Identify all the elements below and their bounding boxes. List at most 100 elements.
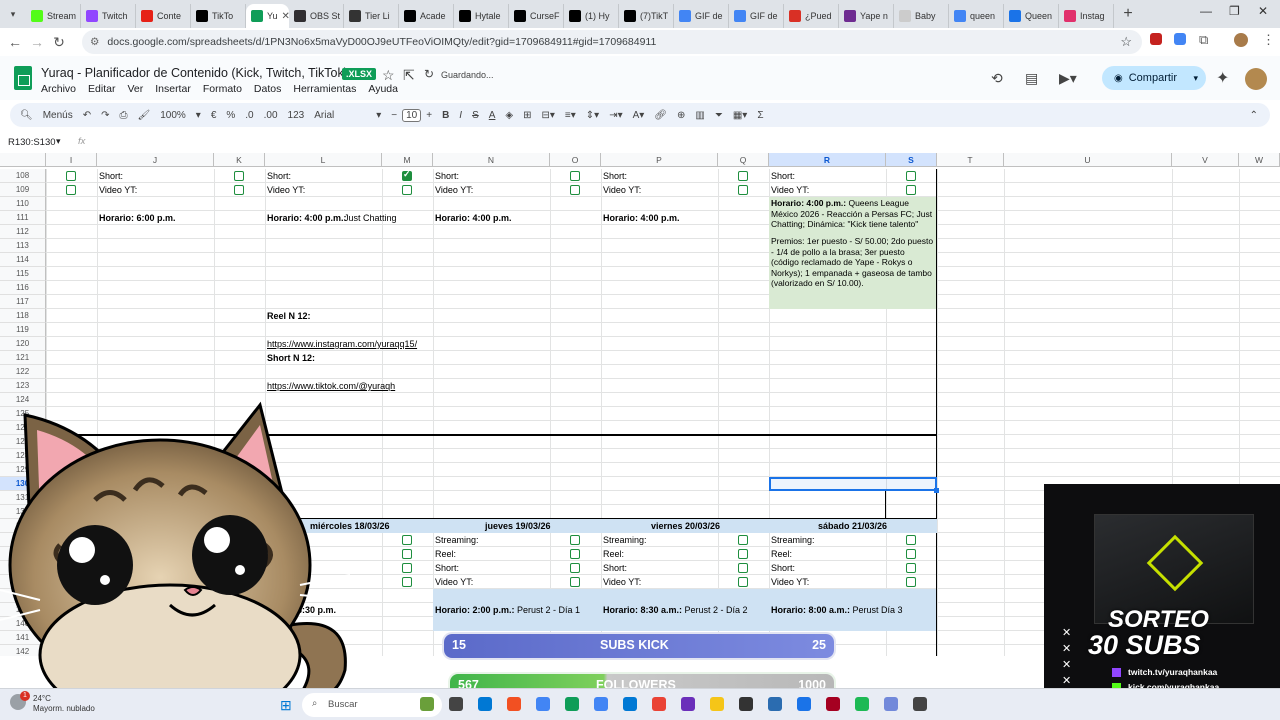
column-header-o[interactable]: O bbox=[550, 153, 601, 167]
search-menus-icon[interactable]: 🔍︎ bbox=[10, 110, 38, 121]
row-header-120[interactable]: 120 bbox=[0, 337, 46, 351]
filter-views-icon[interactable]: ▦▾ bbox=[728, 110, 752, 121]
decrease-decimal-button[interactable]: .0 bbox=[240, 110, 258, 121]
merge-cells-icon[interactable]: ⊟▾ bbox=[537, 110, 560, 121]
chevron-down-icon[interactable]: ▾ bbox=[191, 110, 206, 121]
checkbox[interactable] bbox=[234, 171, 244, 181]
text-wrap-icon[interactable]: ⇥▾ bbox=[604, 110, 627, 121]
redo-icon[interactable]: ↷ bbox=[96, 110, 114, 121]
browser-tab[interactable]: CurseF bbox=[509, 4, 564, 28]
maximize-icon[interactable]: ❐ bbox=[1229, 4, 1240, 18]
row-header-118[interactable]: 118 bbox=[0, 309, 46, 323]
column-header-n[interactable]: N bbox=[433, 153, 550, 167]
row-header-123[interactable]: 123 bbox=[0, 379, 46, 393]
row-header-115[interactable]: 115 bbox=[0, 267, 46, 281]
browser-tab[interactable]: GIF de bbox=[729, 4, 784, 28]
share-dropdown-icon[interactable]: ▾ bbox=[1193, 73, 1198, 84]
browser-tab[interactable]: OBS St bbox=[289, 4, 344, 28]
back-icon[interactable]: ← bbox=[4, 34, 26, 50]
search-menus-label[interactable]: Menús bbox=[38, 110, 78, 121]
extensions-puzzle-icon[interactable]: ⧉ bbox=[1199, 32, 1208, 48]
browser-menu-icon[interactable]: ⋮ bbox=[1262, 32, 1275, 48]
browser-tab[interactable]: ¿Pued bbox=[784, 4, 839, 28]
print-icon[interactable]: ⎙ bbox=[115, 110, 133, 121]
row-header-114[interactable]: 114 bbox=[0, 253, 46, 267]
checkbox[interactable] bbox=[570, 563, 580, 573]
insert-comment-icon[interactable]: ⊕ bbox=[672, 110, 690, 121]
taskbar-app-icon[interactable] bbox=[507, 697, 521, 711]
checkbox[interactable] bbox=[402, 169, 412, 181]
row-header-111[interactable]: 111 bbox=[0, 211, 46, 225]
column-header-w[interactable]: W bbox=[1239, 153, 1280, 167]
taskbar-app-icon[interactable] bbox=[594, 697, 608, 711]
reload-icon[interactable]: ↻ bbox=[48, 34, 70, 51]
corner-cell[interactable] bbox=[0, 153, 46, 167]
bold-icon[interactable]: B bbox=[437, 110, 454, 121]
increase-decimal-button[interactable]: .00 bbox=[259, 110, 283, 121]
taskbar-app-icon[interactable] bbox=[478, 697, 492, 711]
menu-editar[interactable]: Editar bbox=[88, 83, 115, 95]
checkbox[interactable] bbox=[402, 185, 412, 195]
checkbox[interactable] bbox=[738, 171, 748, 181]
taskbar-app-icon[interactable] bbox=[623, 697, 637, 711]
menu-herramientas[interactable]: Herramientas bbox=[293, 83, 356, 95]
browser-tab[interactable]: Hytale bbox=[454, 4, 509, 28]
paint-format-icon[interactable]: 🖌︎ bbox=[133, 110, 156, 121]
column-header-q[interactable]: Q bbox=[718, 153, 769, 167]
browser-tab[interactable]: queen bbox=[949, 4, 1004, 28]
checkbox[interactable] bbox=[234, 185, 244, 195]
row-header-117[interactable]: 117 bbox=[0, 295, 46, 309]
checkbox[interactable] bbox=[66, 185, 76, 195]
checkbox[interactable] bbox=[738, 577, 748, 587]
windows-start-icon[interactable]: ⊞ bbox=[280, 697, 292, 714]
column-header-m[interactable]: M bbox=[382, 153, 433, 167]
checkbox[interactable] bbox=[738, 185, 748, 195]
share-button[interactable]: ◉ Compartir ▾ bbox=[1102, 66, 1206, 90]
checkbox[interactable] bbox=[402, 535, 412, 545]
row-header-122[interactable]: 122 bbox=[0, 365, 46, 379]
checkbox[interactable] bbox=[906, 171, 916, 181]
row-header-119[interactable]: 119 bbox=[0, 323, 46, 337]
font-size-input[interactable]: 10 bbox=[402, 108, 422, 122]
name-box[interactable]: R130:S130 bbox=[8, 137, 56, 148]
column-header-v[interactable]: V bbox=[1172, 153, 1239, 167]
minimize-icon[interactable]: — bbox=[1200, 4, 1212, 18]
column-header-p[interactable]: P bbox=[601, 153, 718, 167]
column-header-i[interactable]: I bbox=[46, 153, 97, 167]
row-header-109[interactable]: 109 bbox=[0, 183, 46, 197]
column-header-s[interactable]: S bbox=[886, 153, 937, 167]
browser-tab[interactable]: Baby bbox=[894, 4, 949, 28]
account-avatar[interactable] bbox=[1245, 68, 1267, 90]
font-size-increase-icon[interactable]: + bbox=[421, 110, 437, 121]
taskbar-app-icon[interactable] bbox=[536, 697, 550, 711]
column-header-j[interactable]: J bbox=[97, 153, 214, 167]
taskbar-app-icon[interactable] bbox=[681, 697, 695, 711]
menu-datos[interactable]: Datos bbox=[254, 83, 281, 95]
taskbar-app-icon[interactable] bbox=[768, 697, 782, 711]
browser-tab[interactable]: Acade bbox=[399, 4, 454, 28]
functions-icon[interactable]: Σ bbox=[752, 110, 768, 121]
currency-format-button[interactable]: € bbox=[206, 110, 222, 121]
column-header-l[interactable]: L bbox=[265, 153, 382, 167]
close-tab-icon[interactable]: ✕ bbox=[282, 11, 289, 22]
selected-range[interactable] bbox=[769, 477, 937, 491]
browser-tab[interactable]: Yape n bbox=[839, 4, 894, 28]
font-select[interactable]: Arial bbox=[309, 110, 371, 121]
checkbox[interactable] bbox=[906, 563, 916, 573]
document-title[interactable]: Yuraq - Planificador de Contenido (Kick,… bbox=[41, 66, 348, 80]
address-bar[interactable]: ⚙ docs.google.com/spreadsheets/d/1PN3No6… bbox=[82, 30, 1142, 54]
taskbar-app-icon[interactable] bbox=[739, 697, 753, 711]
align-horizontal-icon[interactable]: ≡▾ bbox=[560, 110, 581, 121]
star-icon[interactable]: ☆ bbox=[382, 67, 395, 84]
browser-tab[interactable]: (7)TikT bbox=[619, 4, 674, 28]
taskbar-app-icon[interactable] bbox=[855, 697, 869, 711]
translate-icon[interactable] bbox=[1174, 33, 1186, 45]
weather-widget[interactable]: 24°C Mayorm. nublado bbox=[33, 694, 95, 714]
browser-tab[interactable]: Instag bbox=[1059, 4, 1114, 28]
chevron-down-icon[interactable]: ▾ bbox=[56, 136, 61, 147]
undo-icon[interactable]: ↶ bbox=[78, 110, 96, 121]
text-color-icon[interactable]: A bbox=[484, 110, 501, 121]
checkbox[interactable] bbox=[738, 563, 748, 573]
checkbox[interactable] bbox=[906, 535, 916, 545]
menu-insertar[interactable]: Insertar bbox=[155, 83, 191, 95]
